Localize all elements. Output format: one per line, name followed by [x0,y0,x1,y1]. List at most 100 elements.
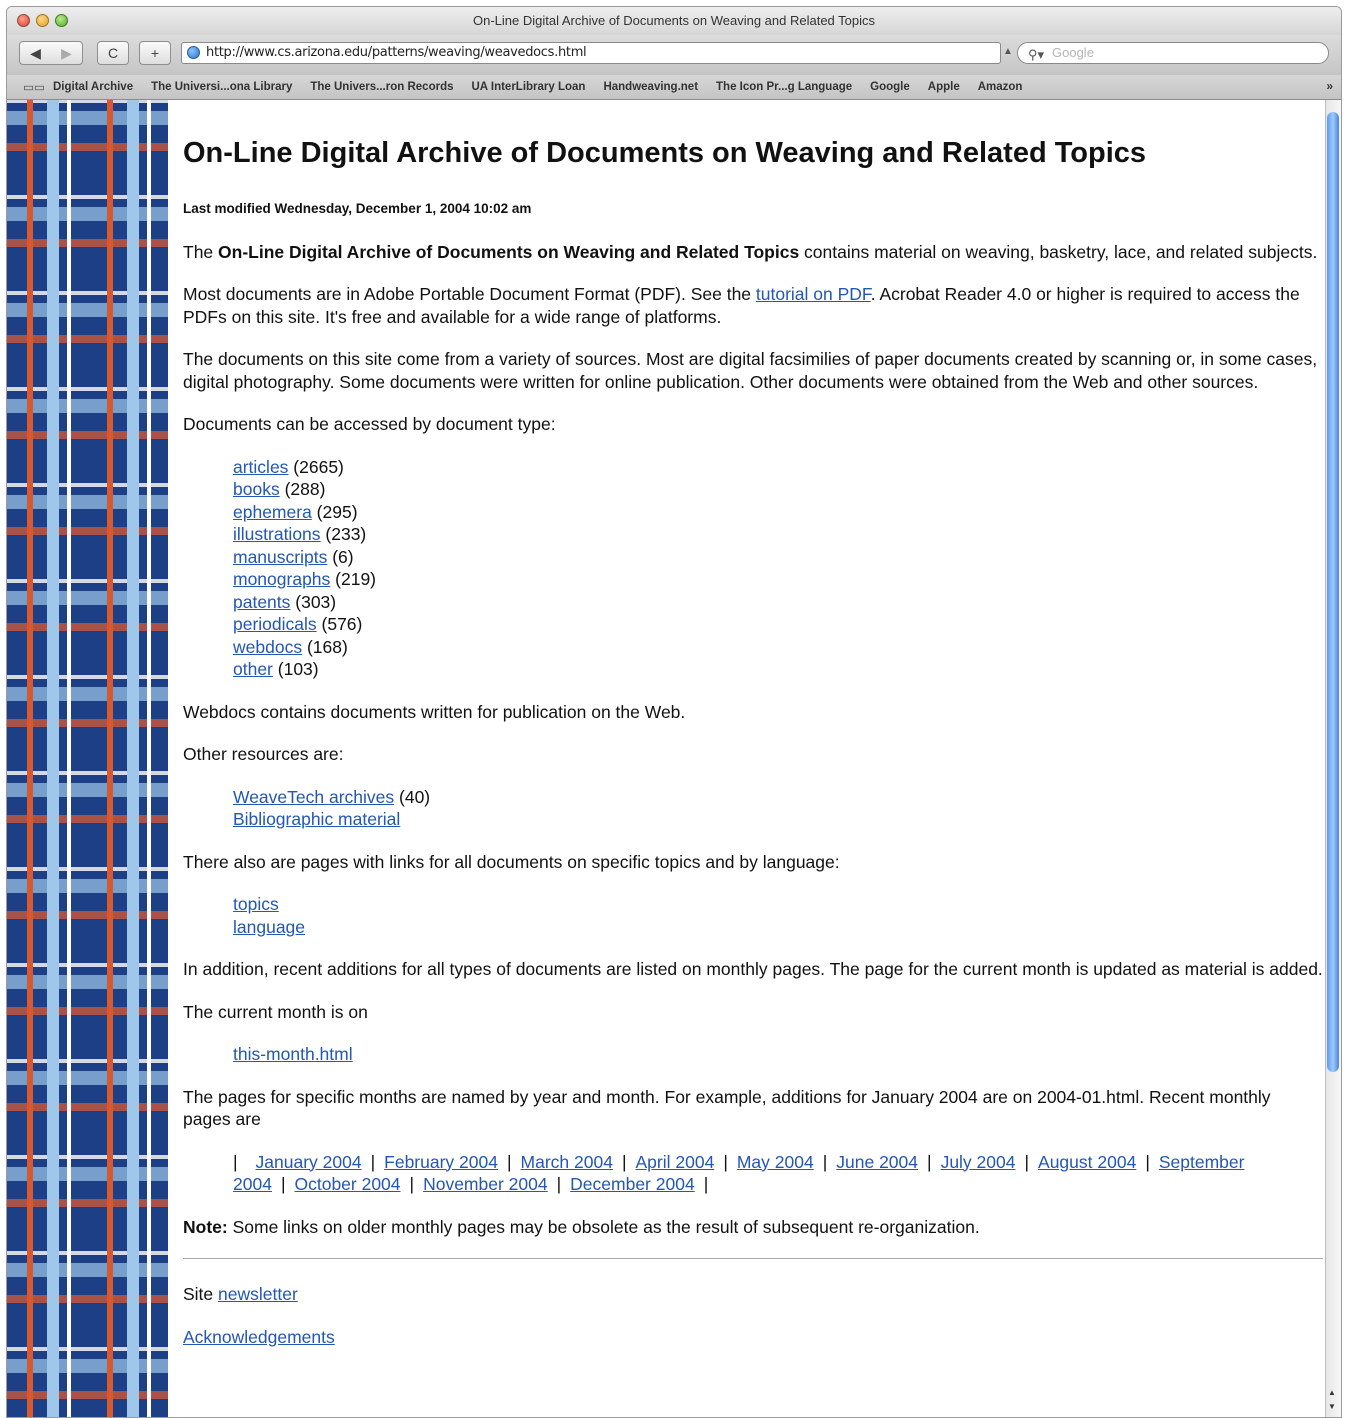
window-controls [17,14,68,27]
month-link[interactable]: February 2004 [384,1152,498,1172]
list-item: topics [233,893,1323,916]
doc-type-link[interactable]: articles [233,457,288,477]
acknowledgements-link[interactable]: Acknowledgements [183,1327,335,1347]
month-link[interactable]: November 2004 [423,1174,548,1194]
month-separator: | [233,1151,238,1172]
list-item: ephemera (295) [233,501,358,522]
list-item: patents (303) [233,591,337,612]
month-link[interactable]: January 2004 [256,1152,362,1172]
list-item: this-month.html [233,1043,1323,1066]
close-window-button[interactable] [17,14,30,27]
topics-list: topics language [233,893,1323,938]
month-link[interactable]: June 2004 [836,1152,918,1172]
month-separator: | [723,1151,728,1172]
month-separator: | [1145,1151,1150,1172]
plaid-weave-border [7,100,168,1417]
acknowledgements-paragraph: Acknowledgements [183,1326,1323,1349]
month-link[interactable]: March 2004 [521,1152,613,1172]
address-text: http://www.cs.arizona.edu/patterns/weavi… [206,45,587,60]
intro-paragraph: The On-Line Digital Archive of Documents… [183,241,1318,262]
address-bar[interactable]: http://www.cs.arizona.edu/patterns/weavi… [181,42,1001,64]
bookmark-item[interactable]: UA InterLibrary Loan [472,81,586,93]
scroll-down-arrow-icon[interactable]: ▼ [1328,1402,1336,1411]
current-month-list: this-month.html [233,1043,1323,1066]
weavetech-archives-link[interactable]: WeaveTech archives [233,787,394,807]
bookmark-item[interactable]: Google [870,81,910,93]
bookmark-item[interactable]: The Icon Pr...g Language [716,81,852,93]
sources-paragraph: The documents on this site come from a v… [183,349,1318,392]
zoom-window-button[interactable] [55,14,68,27]
doc-type-link[interactable]: periodicals [233,614,317,634]
back-button[interactable]: ◀ [20,42,51,64]
bookmark-item[interactable]: The Universi...ona Library [151,81,292,93]
month-link[interactable]: May 2004 [737,1152,814,1172]
bookmarks-bar: ▭▭ Digital Archive The Universi...ona Li… [7,75,1341,100]
newsletter-paragraph: Site newsletter [183,1284,298,1304]
bookmark-item[interactable]: Handweaving.net [603,81,698,93]
back-forward-group: ◀ ▶ [19,41,83,65]
bookmark-item[interactable]: Amazon [978,81,1023,93]
forward-button[interactable]: ▶ [51,42,82,64]
month-link[interactable]: October 2004 [294,1174,400,1194]
bookmark-item[interactable]: Digital Archive [53,81,133,93]
last-modified: Last modified Wednesday, December 1, 200… [183,201,532,216]
this-month-link[interactable]: this-month.html [233,1044,353,1064]
show-all-bookmarks-icon[interactable]: ▭▭ [23,80,45,94]
list-item: books (288) [233,479,326,499]
topics-intro: There also are pages with links for all … [183,851,840,872]
list-item: monographs (219) [233,569,377,589]
title-bar: On-Line Digital Archive of Documents on … [7,7,1341,35]
note-paragraph: Note: Some links on older monthly pages … [183,1216,980,1237]
list-item: WeaveTech archives (40) [233,786,431,807]
pdf-paragraph: Most documents are in Adobe Portable Doc… [183,284,1300,327]
doc-type-link[interactable]: illustrations [233,524,321,544]
doc-type-link[interactable]: webdocs [233,637,302,657]
list-item: language [233,916,1323,939]
month-separator: | [370,1151,376,1172]
vertical-scrollbar[interactable]: ▲ ▼ [1325,100,1341,1417]
more-bookmarks-chevron-icon[interactable]: » [1326,79,1333,93]
scroll-up-arrow-icon[interactable]: ▲ [1328,1388,1336,1397]
month-separator: | [927,1151,932,1172]
doc-type-list: articles (2665) books (288) ephemera (29… [233,456,1323,681]
current-month-text: The current month is on [183,1001,368,1022]
add-bookmark-button[interactable]: + [139,41,171,65]
topics-link[interactable]: topics [233,894,279,914]
bookmark-item[interactable]: Apple [928,81,960,93]
month-link[interactable]: December 2004 [570,1174,695,1194]
page-content: On-Line Digital Archive of Documents on … [183,100,1323,1348]
search-placeholder: Google [1052,45,1094,60]
scrollbar-thumb[interactable] [1327,112,1339,1072]
toolbar: ◀ ▶ C + http://www.cs.arizona.edu/patter… [7,35,1341,75]
doc-type-link[interactable]: ephemera [233,502,312,522]
language-link[interactable]: language [233,917,305,937]
doc-type-link[interactable]: books [233,479,280,499]
newsletter-link[interactable]: newsletter [218,1284,298,1304]
month-separator: | [703,1174,709,1194]
reload-button[interactable]: C [97,41,129,65]
tutorial-pdf-link[interactable]: tutorial on PDF [756,284,871,304]
search-field[interactable]: ⚲▾ Google [1017,42,1329,64]
month-link[interactable]: July 2004 [941,1152,1016,1172]
monthly-intro: In addition, recent additions for all ty… [183,959,1323,979]
doc-type-link[interactable]: patents [233,592,290,612]
doc-type-link[interactable]: manuscripts [233,547,327,567]
other-resources-intro: Other resources are: [183,744,344,764]
list-item: articles (2665) [233,456,344,477]
snapback-icon[interactable]: ▲ [1003,46,1013,57]
list-item: webdocs (168) [233,636,348,657]
bibliographic-material-link[interactable]: Bibliographic material [233,809,400,829]
doc-type-link[interactable]: other [233,659,273,679]
browser-window: On-Line Digital Archive of Documents on … [6,6,1342,1418]
month-separator: | [280,1174,286,1194]
list-item: other (103) [233,659,319,679]
doc-type-intro: Documents can be accessed by document ty… [183,414,556,434]
month-link[interactable]: August 2004 [1038,1152,1136,1172]
list-item: periodicals (576) [233,614,363,634]
doc-type-link[interactable]: monographs [233,569,330,589]
month-separator: | [1024,1151,1030,1172]
minimize-window-button[interactable] [36,14,49,27]
bookmark-item[interactable]: The Univers...ron Records [310,81,453,93]
month-link[interactable]: April 2004 [636,1152,715,1172]
window-title: On-Line Digital Archive of Documents on … [472,13,876,28]
